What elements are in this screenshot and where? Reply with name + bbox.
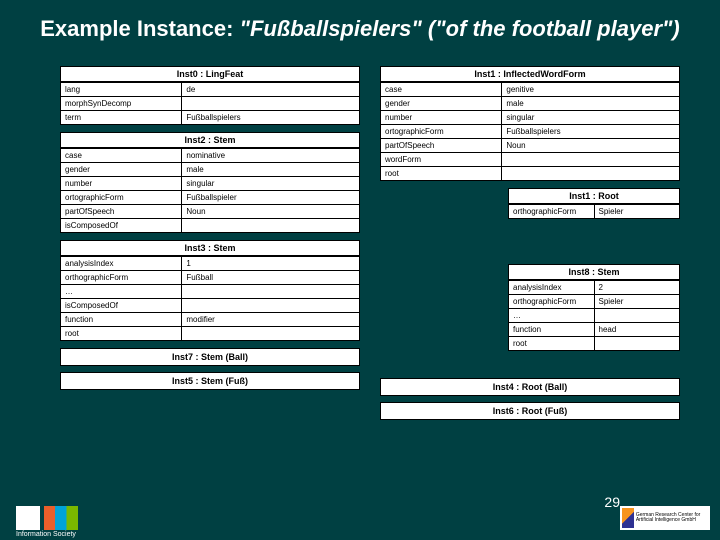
table-row: partOfSpeechNoun — [381, 138, 679, 152]
table-row: gendermale — [381, 96, 679, 110]
footer-logos — [16, 506, 78, 530]
inst5-bar: Inst5 : Stem (Fuß) — [60, 372, 360, 390]
table-row: isComposedOf — [61, 218, 359, 232]
table-row: isComposedOf — [61, 298, 359, 312]
inst1root-header: Inst1 : Root — [509, 189, 679, 204]
table-row: analysisIndex1 — [61, 256, 359, 270]
table-row: root — [509, 336, 679, 350]
table-row: ortographicFormFußballspielers — [381, 124, 679, 138]
table-row: partOfSpeechNoun — [61, 204, 359, 218]
table-row: orthographicFormSpieler — [509, 294, 679, 308]
title-italic: "Fußballspielers" ("of the football play… — [240, 16, 680, 41]
table-row: orthographicFormFußball — [61, 270, 359, 284]
logo-icon — [44, 506, 78, 530]
table-row: analysisIndex2 — [509, 280, 679, 294]
slide: Example Instance: "Fußballspielers" ("of… — [0, 0, 720, 540]
table-row: root — [381, 166, 679, 180]
table-row: orthographicFormSpieler — [509, 204, 679, 218]
inst2-header: Inst2 : Stem — [61, 133, 359, 148]
table-row: termFußballspielers — [61, 110, 359, 124]
inst1root-box: Inst1 : Root orthographicFormSpieler — [508, 188, 680, 219]
dfki-text: German Research Center for Artificial In… — [636, 513, 710, 524]
page-number: 29 — [604, 494, 620, 510]
table-row: … — [61, 284, 359, 298]
inst4-bar: Inst4 : Root (Ball) — [380, 378, 680, 396]
slide-title: Example Instance: "Fußballspielers" ("of… — [0, 0, 720, 48]
content-area: Inst0 : LingFeat langde morphSynDecomp t… — [60, 66, 680, 480]
table-row: functionhead — [509, 322, 679, 336]
left-column: Inst0 : LingFeat langde morphSynDecomp t… — [60, 66, 360, 396]
table-row: … — [509, 308, 679, 322]
inst3-header: Inst3 : Stem — [61, 241, 359, 256]
dfki-square-icon — [622, 508, 634, 528]
right-column: Inst1 : InflectedWordForm casegenitive g… — [380, 66, 680, 426]
inst8-box: Inst8 : Stem analysisIndex2 orthographic… — [508, 264, 680, 351]
table-row: numbersingular — [61, 176, 359, 190]
inst6-bar: Inst6 : Root (Fuß) — [380, 402, 680, 420]
inst8-header: Inst8 : Stem — [509, 265, 679, 280]
table-row: root — [61, 326, 359, 340]
table-row: ortographicFormFußballspieler — [61, 190, 359, 204]
table-row: gendermale — [61, 162, 359, 176]
logo-icon — [16, 506, 40, 530]
dfki-logo: German Research Center for Artificial In… — [620, 506, 710, 530]
inst3-box: Inst3 : Stem analysisIndex1 orthographic… — [60, 240, 360, 341]
inst1-header: Inst1 : InflectedWordForm — [381, 67, 679, 82]
table-row: casenominative — [61, 148, 359, 162]
table-row: functionmodifier — [61, 312, 359, 326]
table-row: morphSynDecomp — [61, 96, 359, 110]
inst1-box: Inst1 : InflectedWordForm casegenitive g… — [380, 66, 680, 181]
table-row: langde — [61, 82, 359, 96]
footer-label: Information Society — [16, 531, 76, 538]
table-row: wordForm — [381, 152, 679, 166]
table-row: casegenitive — [381, 82, 679, 96]
inst2-box: Inst2 : Stem casenominative gendermale n… — [60, 132, 360, 233]
inst0-header: Inst0 : LingFeat — [61, 67, 359, 82]
table-row: numbersingular — [381, 110, 679, 124]
inst7-bar: Inst7 : Stem (Ball) — [60, 348, 360, 366]
inst0-box: Inst0 : LingFeat langde morphSynDecomp t… — [60, 66, 360, 125]
title-plain: Example Instance: — [40, 16, 239, 41]
